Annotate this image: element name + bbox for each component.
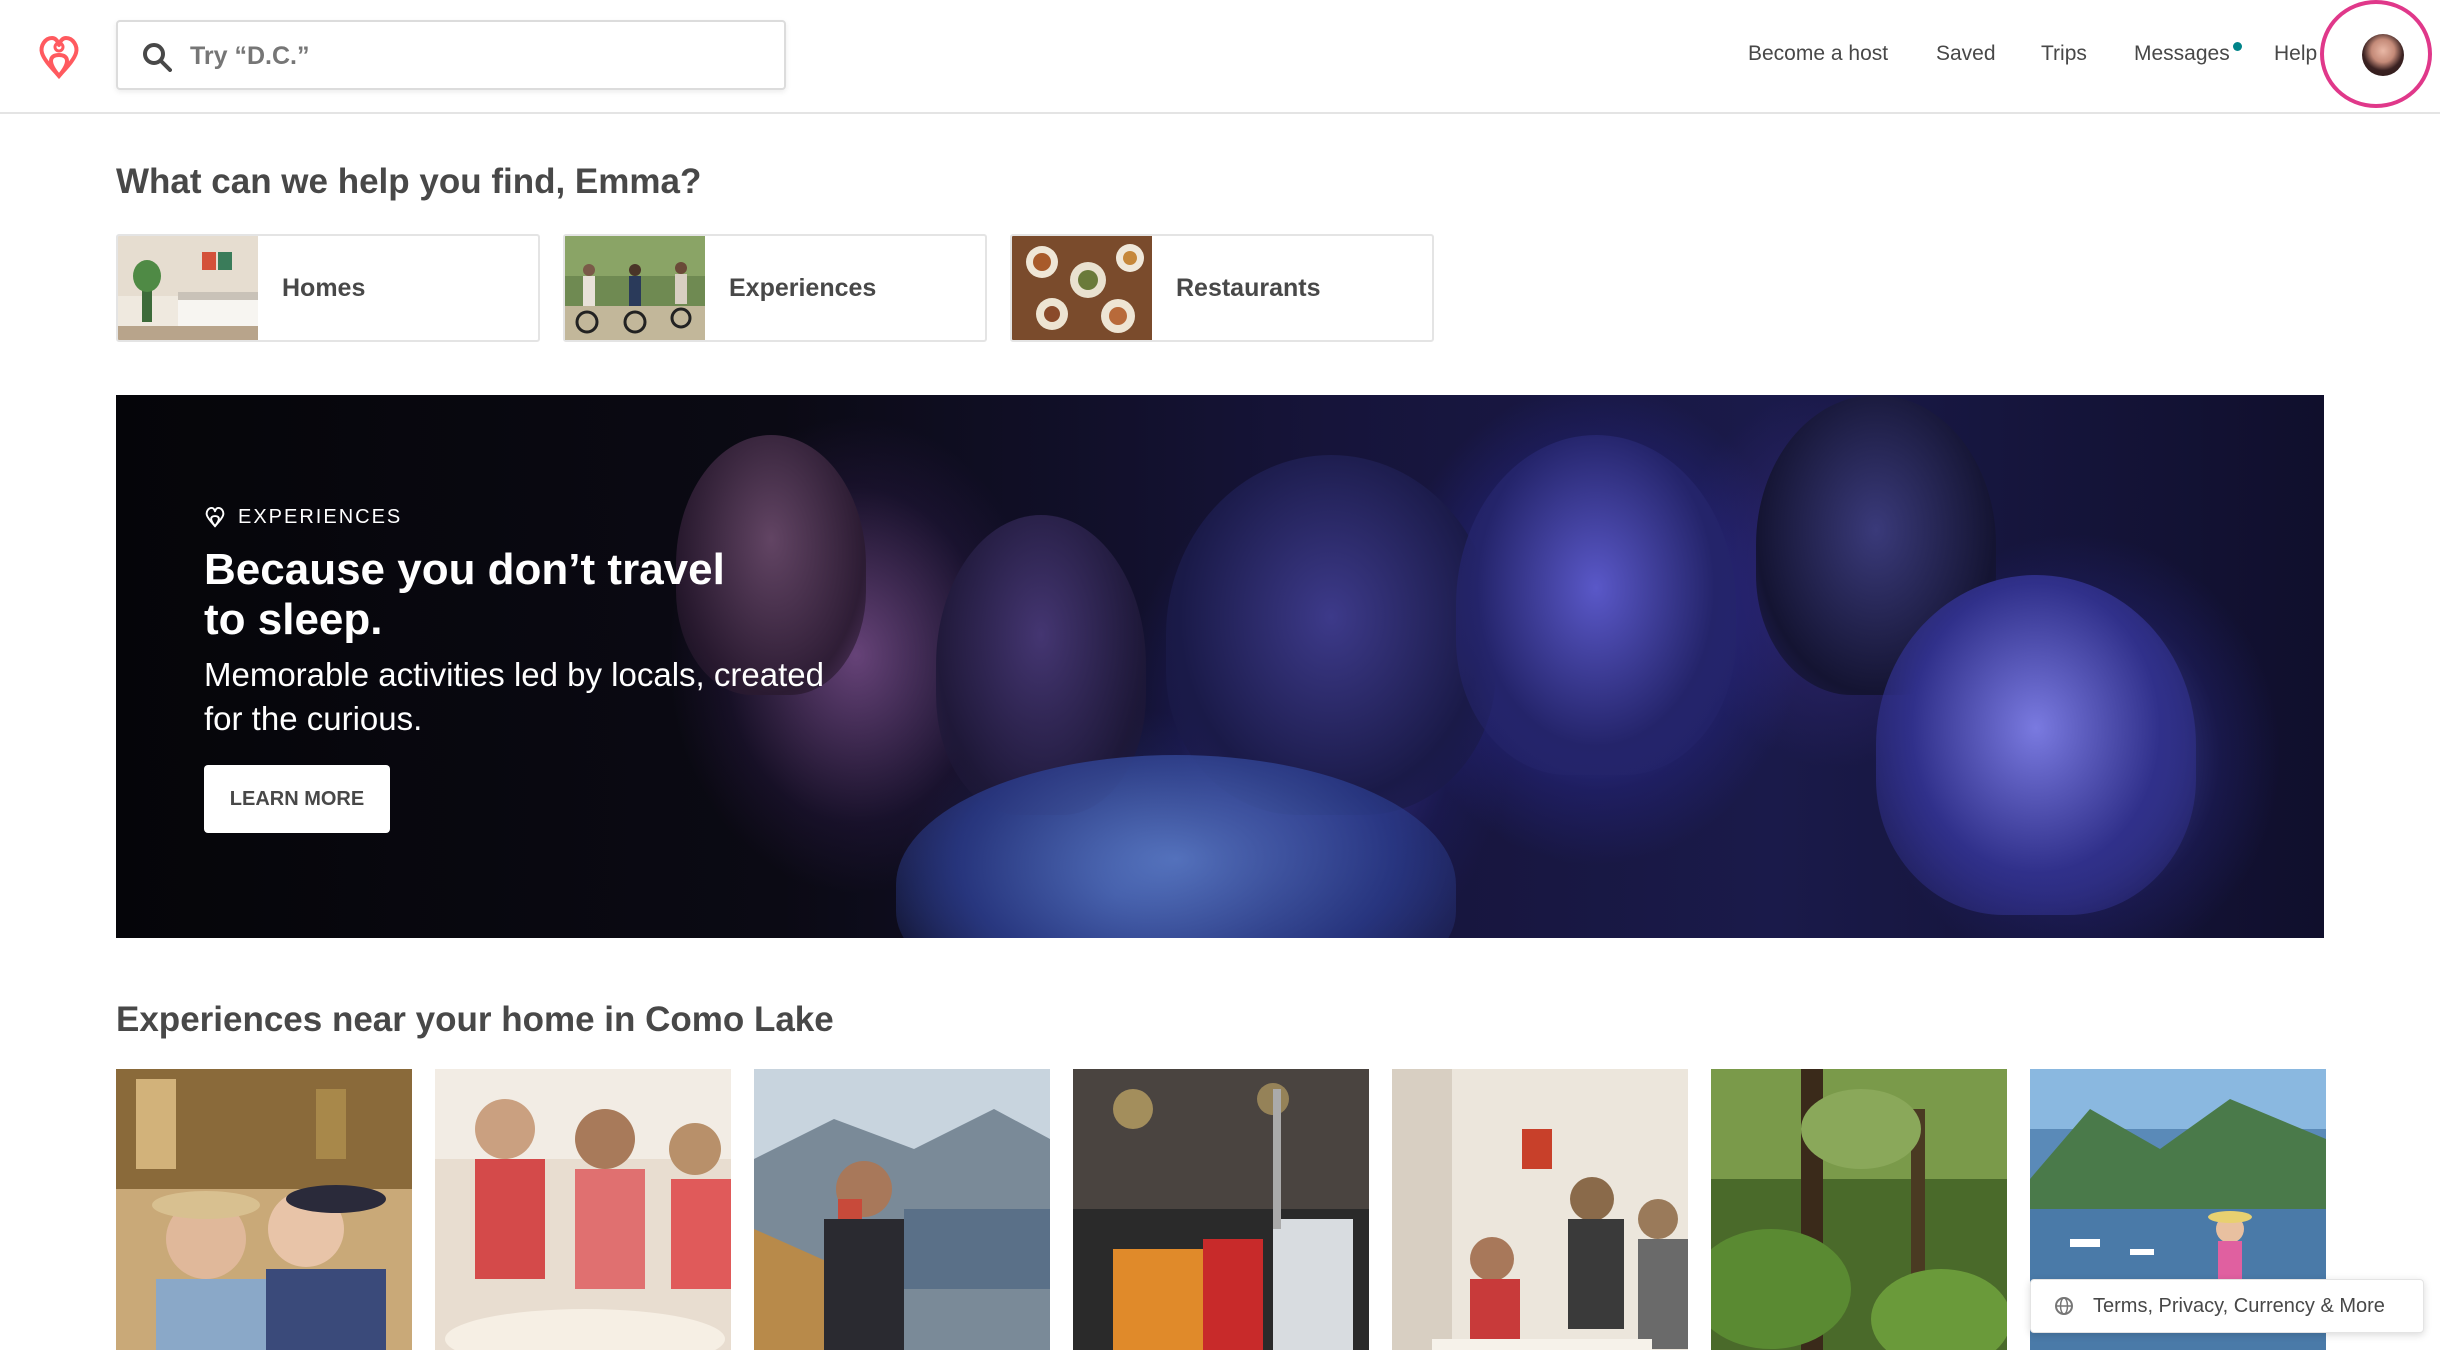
experience-card[interactable] xyxy=(116,1069,412,1350)
airbnb-logo-icon[interactable] xyxy=(36,32,82,82)
nav-become-host[interactable]: Become a host xyxy=(1748,42,1888,66)
hero-photo-figure xyxy=(1876,575,2196,915)
airbnb-belo-icon xyxy=(205,506,225,528)
search-input[interactable] xyxy=(190,32,770,80)
experiences-thumbnail xyxy=(565,236,705,340)
experience-photo xyxy=(1073,1069,1369,1350)
learn-more-button[interactable]: LEARN MORE xyxy=(204,765,390,833)
nav-saved[interactable]: Saved xyxy=(1936,42,1996,66)
experience-photo xyxy=(1392,1069,1688,1350)
experience-card[interactable] xyxy=(1711,1069,2007,1350)
category-homes-label: Homes xyxy=(282,274,366,302)
experience-card[interactable] xyxy=(754,1069,1050,1350)
experience-photo xyxy=(1711,1069,2007,1350)
homes-thumbnail xyxy=(118,236,258,340)
experience-card[interactable] xyxy=(435,1069,731,1350)
hero-title: Because you don’t travel to sleep. xyxy=(204,545,725,644)
category-restaurants-card[interactable]: Restaurants xyxy=(1010,234,1434,342)
hero-subtitle: Memorable activities led by locals, crea… xyxy=(204,656,824,737)
top-header: Become a host Saved Trips Messages Help xyxy=(0,0,2440,114)
unread-messages-dot xyxy=(2233,42,2242,51)
experience-card[interactable] xyxy=(1073,1069,1369,1350)
category-homes-card[interactable]: Homes xyxy=(116,234,540,342)
experience-photo xyxy=(116,1069,412,1350)
footer-terms-button[interactable]: Terms, Privacy, Currency & More xyxy=(2030,1279,2424,1333)
footer-terms-label: Terms, Privacy, Currency & More xyxy=(2093,1294,2385,1317)
globe-icon xyxy=(2055,1297,2073,1315)
category-experiences-card[interactable]: Experiences xyxy=(563,234,987,342)
category-experiences-label: Experiences xyxy=(729,274,877,302)
nav-trips[interactable]: Trips xyxy=(2041,42,2087,66)
hero-badge-label: EXPERIENCES xyxy=(238,505,403,528)
greeting-heading: What can we help you find, Emma? xyxy=(116,162,702,201)
search-icon xyxy=(143,43,172,72)
hero-photo-figure xyxy=(1456,435,1736,775)
restaurants-thumbnail xyxy=(1012,236,1152,340)
experience-photo xyxy=(754,1069,1050,1350)
search-box[interactable] xyxy=(116,20,786,90)
nav-messages[interactable]: Messages xyxy=(2134,42,2230,66)
experience-card[interactable] xyxy=(1392,1069,1688,1350)
nav-help[interactable]: Help xyxy=(2274,42,2317,66)
user-avatar[interactable] xyxy=(2362,34,2404,76)
experience-photo xyxy=(435,1069,731,1350)
experiences-section-title: Experiences near your home in Como Lake xyxy=(116,1000,834,1039)
hero-badge: EXPERIENCES xyxy=(204,505,402,529)
experiences-hero-banner: EXPERIENCES Because you don’t travel to … xyxy=(116,395,2324,938)
category-restaurants-label: Restaurants xyxy=(1176,274,1321,302)
